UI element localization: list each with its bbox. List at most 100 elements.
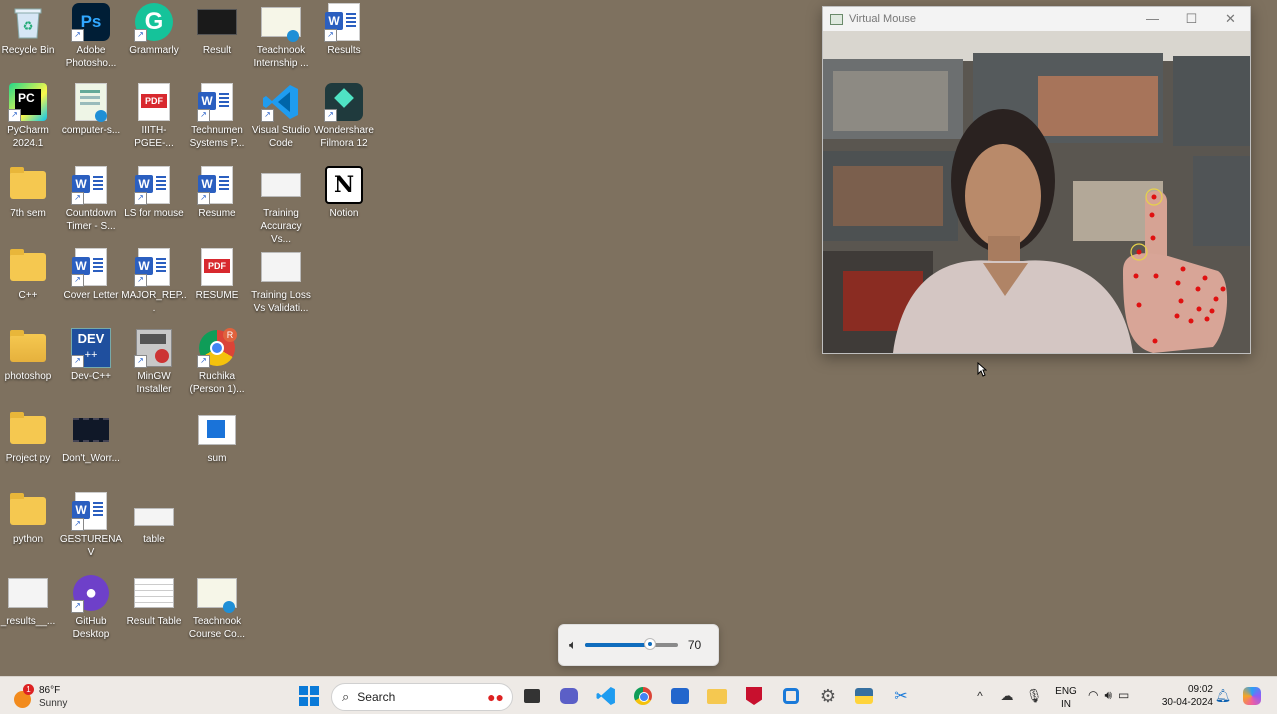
- vscode-taskbar-button[interactable]: [595, 685, 617, 707]
- desktop-icon-cpp[interactable]: C++: [0, 247, 59, 302]
- volume-slider[interactable]: [584, 638, 678, 650]
- mouse-cursor-icon: [977, 362, 987, 377]
- desktop-icon-devcpp[interactable]: DEV ++ ↗ Dev-C++: [60, 328, 122, 383]
- copilot-button[interactable]: [1241, 685, 1263, 707]
- snipping-tool-taskbar-button[interactable]: ✂: [890, 685, 912, 707]
- desktop-icon-training-accuracy[interactable]: Training Accuracy Vs...: [250, 165, 312, 246]
- mcafee-taskbar-button[interactable]: [743, 685, 765, 707]
- desktop-icon-chrome-profile[interactable]: R ↗ Ruchika (Person 1)...: [186, 328, 248, 396]
- desktop-icon-training-loss[interactable]: Training Loss Vs Validati...: [250, 247, 312, 315]
- desktop-icon-project-py[interactable]: Project py: [0, 410, 59, 465]
- desktop-icon-github-desktop[interactable]: ● ↗ GitHub Desktop: [60, 573, 122, 641]
- start-button[interactable]: [298, 685, 320, 707]
- desktop-icon-major-report[interactable]: W ↗ MAJOR_REP...: [121, 247, 187, 315]
- microphone-tray-button[interactable]: 🎙︎: [1023, 685, 1045, 707]
- desktop-icon-label: MAJOR_REP...: [121, 290, 187, 314]
- desktop-icon-filmora[interactable]: ↗ Wondershare Filmora 12: [313, 82, 375, 150]
- show-hidden-icons-button[interactable]: ^: [969, 685, 991, 707]
- python-taskbar-button[interactable]: [853, 685, 875, 707]
- strawberry-icon: ●●: [487, 689, 504, 705]
- volume-slider-thumb[interactable]: [643, 638, 656, 650]
- desktop-icon-label: Project py: [5, 453, 51, 464]
- task-view-button[interactable]: [521, 685, 543, 707]
- desktop-icon-grammarly[interactable]: G ↗ Grammarly: [123, 2, 185, 57]
- desktop-icon-cover-letter[interactable]: W ↗ Cover Letter: [60, 247, 122, 302]
- settings-taskbar-button[interactable]: ⚙: [817, 685, 839, 707]
- close-button[interactable]: ✕: [1211, 11, 1250, 27]
- desktop-icon-resume-doc[interactable]: W ↗ Resume: [186, 165, 248, 220]
- desktop-icon-7th-sem[interactable]: 7th sem: [0, 165, 59, 220]
- image-thumbnail-icon: [134, 573, 174, 613]
- window-title: Virtual Mouse: [849, 13, 917, 25]
- settings-icon: ⚙: [819, 685, 837, 706]
- desktop-icon-mingw[interactable]: ↗ MinGW Installer: [123, 328, 185, 396]
- desktop-icon-label: Grammarly: [129, 45, 179, 56]
- desktop-icon-pycharm[interactable]: PC ↗ PyCharm 2024.1: [0, 82, 59, 150]
- desktop-icon-notion[interactable]: N Notion: [313, 165, 375, 220]
- desktop-icon-vscode[interactable]: ↗ Visual Studio Code: [250, 82, 312, 150]
- desktop-icon-countdown-timer[interactable]: W ↗ Countdown Timer - S...: [60, 165, 122, 233]
- clock[interactable]: 09:02 30-04-2024: [1157, 683, 1213, 709]
- weather-temp: 86°F: [39, 685, 61, 696]
- quick-settings-button[interactable]: ◠ 🔊︎ ▭: [1088, 688, 1129, 703]
- desktop-icon-table[interactable]: table: [123, 491, 185, 546]
- desktop-icon-python-folder[interactable]: python: [0, 491, 59, 546]
- desktop-icon-recycle-bin[interactable]: ♻ Recycle Bin: [0, 2, 59, 57]
- desktop-icon-computer-s[interactable]: computer-s...: [60, 82, 122, 137]
- notion-icon: N: [324, 165, 364, 205]
- desktop-icon-label: PyCharm 2024.1: [7, 125, 49, 149]
- teams-chat-button[interactable]: [558, 685, 580, 707]
- windows-icon: [299, 686, 319, 706]
- pycharm-icon: PC ↗: [8, 82, 48, 122]
- store-icon: [671, 688, 689, 704]
- language-indicator[interactable]: ENG IN: [1052, 685, 1080, 711]
- desktop-icon-result-table[interactable]: Result Table: [123, 573, 185, 628]
- desktop-icon-results-doc[interactable]: W ↗ Results: [313, 2, 375, 57]
- desktop-icon-teachnook-internship[interactable]: Teachnook Internship ...: [250, 2, 312, 70]
- desktop-icon-label: Cover Letter: [63, 290, 119, 301]
- teams-chat-icon: [560, 688, 578, 704]
- minimize-button[interactable]: —: [1133, 11, 1172, 27]
- desktop-icon-iiith-pgee[interactable]: PDF IIITH-PGEE-...: [123, 82, 185, 150]
- onedrive-tray-button[interactable]: ☁: [996, 685, 1018, 707]
- desktop-icon-photoshop-folder[interactable]: photoshop: [0, 328, 59, 383]
- desktop-icon-label: _results__...: [0, 616, 56, 627]
- desktop-icon-photoshop[interactable]: Ps ↗ Adobe Photosho...: [60, 2, 122, 70]
- speaker-icon[interactable]: 🔈︎: [569, 637, 577, 653]
- desktop-icon-result[interactable]: Result: [186, 2, 248, 57]
- window-titlebar[interactable]: Virtual Mouse — ☐ ✕: [823, 7, 1250, 31]
- desktop-icon-label: Training Accuracy Vs...: [260, 208, 302, 245]
- word-doc-icon: W ↗: [71, 491, 111, 531]
- virtual-mouse-window[interactable]: Virtual Mouse — ☐ ✕: [822, 6, 1251, 354]
- file-explorer-taskbar-button[interactable]: [706, 685, 728, 707]
- desktop-icon-label: Result Table: [126, 616, 182, 627]
- desktop-icon-sum[interactable]: sum: [186, 410, 248, 465]
- camera-feed: [823, 31, 1250, 353]
- weather-widget[interactable]: 1 86°F Sunny: [12, 683, 72, 709]
- desktop-icon-label: Result: [202, 45, 232, 56]
- word-doc-icon: W ↗: [197, 82, 237, 122]
- wifi-icon: ◠: [1088, 688, 1099, 702]
- desktop-icon-results-image[interactable]: _results__...: [0, 573, 59, 628]
- desktop-icon-label: 7th sem: [10, 208, 46, 219]
- taskbar-search[interactable]: ⌕ Search ●●: [331, 683, 513, 711]
- chrome-icon: [634, 687, 652, 705]
- store-taskbar-button[interactable]: [669, 685, 691, 707]
- desktop-icon-gesturenav[interactable]: W ↗ GESTURENAV: [60, 491, 122, 559]
- devcpp-icon: DEV ++ ↗: [71, 328, 111, 368]
- desktop-icon-label: Notion: [329, 208, 359, 219]
- cortana-taskbar-button[interactable]: [780, 685, 802, 707]
- maximize-button[interactable]: ☐: [1172, 11, 1211, 27]
- word-doc-icon: W ↗: [134, 165, 174, 205]
- desktop-icon-technumen[interactable]: W ↗ Technumen Systems P...: [186, 82, 248, 150]
- volume-flyout[interactable]: 🔈︎ 70: [558, 624, 719, 666]
- chrome-taskbar-button[interactable]: [632, 685, 654, 707]
- copilot-icon: [1243, 687, 1261, 705]
- desktop-icon-resume-pdf[interactable]: PDF RESUME: [186, 247, 248, 302]
- desktop-icon-ls-for-mouse[interactable]: W ↗ LS for mouse: [123, 165, 185, 220]
- desktop-icon-teachnook-course[interactable]: Teachnook Course Co...: [186, 573, 248, 641]
- notifications-button[interactable]: 🔔︎: [1212, 685, 1234, 707]
- desktop-icon-dont-worry-video[interactable]: Don't_Worr...: [60, 410, 122, 465]
- desktop-icon-label: Resume: [198, 208, 236, 219]
- word-doc-icon: W ↗: [71, 165, 111, 205]
